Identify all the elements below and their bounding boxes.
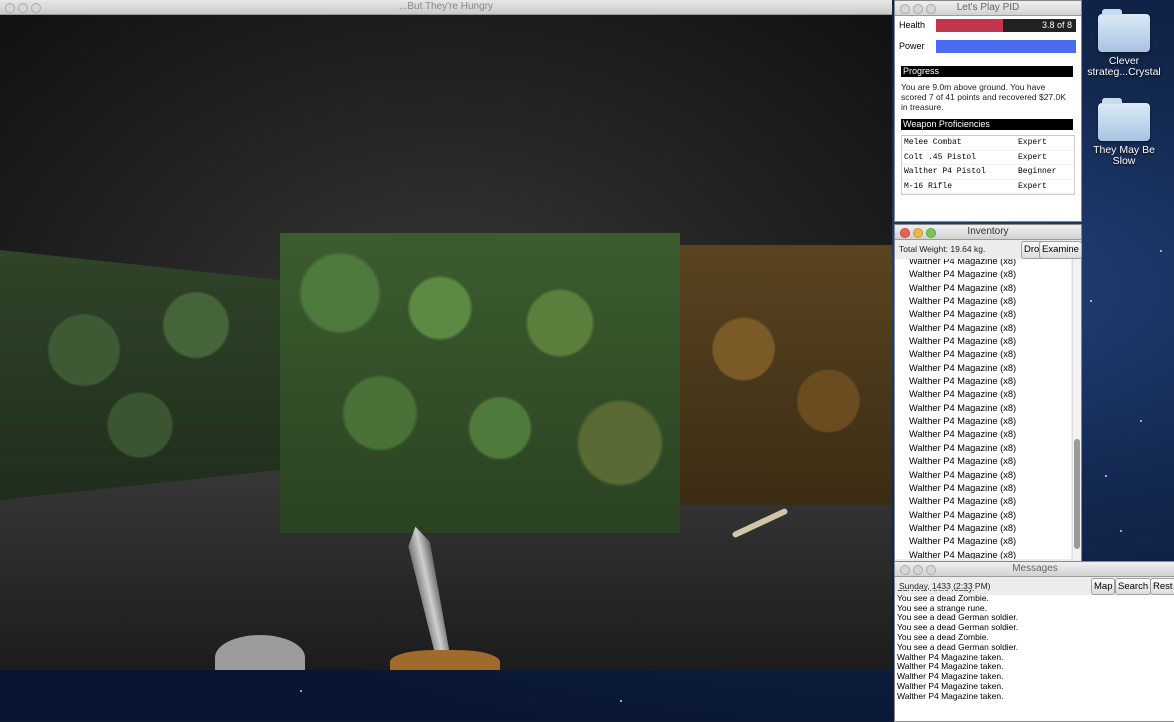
zoom-button[interactable] [31, 3, 41, 13]
minimize-button[interactable] [913, 228, 923, 238]
minimize-button[interactable] [913, 565, 923, 575]
messages-titlebar: Messages [895, 562, 1174, 577]
weapon-name: Walther P4 Pistol [904, 167, 986, 176]
weapon-level: Expert [1018, 138, 1047, 147]
inventory-item[interactable]: Walther P4 Magazine (x8) [895, 522, 1071, 535]
inventory-item[interactable]: Walther P4 Magazine (x8) [895, 375, 1071, 388]
inventory-item[interactable]: Walther P4 Magazine (x8) [895, 482, 1071, 495]
message-line: Walther P4 Magazine taken. [897, 690, 1004, 701]
stone-wall-center [280, 233, 680, 533]
star [300, 690, 302, 692]
message-log[interactable]: Survival Knife ready.You see a dead Zomb… [897, 590, 1167, 720]
inventory-item[interactable]: Walther P4 Magazine (x8) [895, 509, 1071, 522]
inventory-item[interactable]: Walther P4 Magazine (x8) [895, 282, 1071, 295]
inventory-item[interactable]: Walther P4 Magazine (x8) [895, 308, 1071, 321]
inventory-list[interactable]: Walther P4 Magazine (x8) Walther P4 Magaz… [895, 259, 1071, 559]
inventory-item[interactable]: Walther P4 Magazine (x8) [895, 402, 1071, 415]
inventory-item[interactable]: Walther P4 Magazine (x8) [895, 428, 1071, 441]
folder-icon [1098, 98, 1150, 141]
desktop-icon-label: Clever strateg...Crystal [1087, 55, 1161, 78]
inventory-item[interactable]: Walther P4 Magazine (x8) [895, 442, 1071, 455]
inventory-panel: Inventory Total Weight: 19.64 kg. Drop E… [894, 224, 1082, 562]
desktop-folder-clever-strategy[interactable]: Clever strateg...Crystal [1084, 9, 1164, 78]
game-window: ...But They're Hungry [0, 0, 892, 670]
inventory-item[interactable]: Walther P4 Magazine (x8) [895, 388, 1071, 401]
inventory-item[interactable]: Walther P4 Magazine (x8) [895, 259, 1071, 268]
game-window-title: ...But They're Hungry [399, 1, 493, 12]
table-row[interactable]: M-16 Rifle Expert [902, 180, 1074, 194]
close-button[interactable] [900, 4, 910, 14]
inventory-item[interactable]: Walther P4 Magazine (x8) [895, 415, 1071, 428]
inventory-titlebar: Inventory [895, 225, 1081, 240]
zoom-button[interactable] [926, 565, 936, 575]
weapon-level: Expert [1018, 181, 1047, 191]
weapon-proficiencies-heading: Weapon Proficiencies [901, 119, 1073, 130]
inventory-item[interactable]: Walther P4 Magazine (x8) [895, 348, 1071, 361]
star [1090, 300, 1092, 302]
health-value: 3.8 of 8 [1041, 20, 1072, 30]
messages-title: Messages [1012, 563, 1058, 574]
star [1105, 475, 1107, 477]
weapon-level: Beginner [1018, 167, 1057, 176]
power-label: Power [899, 41, 925, 51]
inventory-item[interactable]: Walther P4 Magazine (x8) [895, 322, 1071, 335]
progress-text: You are 9.0m above ground. You have scor… [901, 82, 1066, 112]
game-titlebar: ...But They're Hungry [0, 0, 892, 15]
inventory-item[interactable]: Walther P4 Magazine (x8) [895, 549, 1071, 559]
desktop-folder-they-may-be-slow[interactable]: They May Be Slow [1084, 98, 1164, 167]
stats-panel-titlebar: Let's Play PID [895, 1, 1081, 16]
star [1140, 420, 1142, 422]
examine-button[interactable]: Examine [1039, 241, 1082, 259]
power-bar-fill [936, 40, 1076, 53]
inventory-item[interactable]: Walther P4 Magazine (x8) [895, 295, 1071, 308]
health-row: Health 3.8 of 8 [899, 19, 1076, 33]
zoom-button[interactable] [926, 228, 936, 238]
inventory-item[interactable]: Walther P4 Magazine (x8) [895, 455, 1071, 468]
close-button[interactable] [900, 565, 910, 575]
inventory-item[interactable]: Walther P4 Magazine (x8) [895, 268, 1071, 281]
player-hand [390, 650, 500, 670]
health-bar: 3.8 of 8 [936, 19, 1076, 32]
inventory-item[interactable]: Walther P4 Magazine (x8) [895, 495, 1071, 508]
folder-icon [1098, 9, 1150, 52]
weapon-level: Expert [1018, 152, 1047, 162]
inventory-item[interactable]: Walther P4 Magazine (x8) [895, 362, 1071, 375]
weapon-name: Colt .45 Pistol [904, 152, 977, 162]
minimize-button[interactable] [18, 3, 28, 13]
zoom-button[interactable] [926, 4, 936, 14]
inventory-item[interactable]: Walther P4 Magazine (x8) [895, 469, 1071, 482]
scrollbar-thumb[interactable] [1074, 439, 1080, 549]
health-label: Health [899, 20, 926, 30]
stone-wall-left [0, 250, 280, 500]
weapon-proficiencies-table: Melee Combat Expert Colt .45 Pistol Expe… [901, 135, 1075, 195]
weapon-name: Melee Combat [904, 138, 962, 147]
table-row[interactable]: Colt .45 Pistol Expert [902, 151, 1074, 165]
inventory-scrollbar[interactable] [1072, 259, 1081, 559]
stone-wall-right [680, 245, 892, 505]
dungeon-viewport[interactable] [0, 15, 892, 670]
table-row[interactable]: Walther P4 Pistol Beginner [902, 165, 1074, 180]
total-weight: Total Weight: 19.64 kg. [899, 244, 986, 254]
inventory-toolbar: Total Weight: 19.64 kg. Drop Examine [895, 240, 1082, 259]
progress-heading: Progress [901, 66, 1073, 77]
health-bar-fill [936, 19, 1003, 32]
desktop-icon-label: They May Be Slow [1093, 144, 1155, 167]
minimize-button[interactable] [913, 4, 923, 14]
weapon-name: M-16 Rifle [904, 181, 953, 191]
close-button[interactable] [900, 228, 910, 238]
inventory-item[interactable]: Walther P4 Magazine (x8) [895, 535, 1071, 548]
stats-panel-title: Let's Play PID [956, 2, 1020, 13]
power-row: Power [899, 40, 1076, 54]
messages-panel: Messages Sunday, 1433 (2:33 PM) Map Sear… [894, 561, 1174, 722]
star [1120, 530, 1122, 532]
star [1160, 250, 1162, 252]
table-row[interactable]: Melee Combat Expert [902, 136, 1074, 151]
power-bar [936, 40, 1076, 53]
close-button[interactable] [5, 3, 15, 13]
inventory-title: Inventory [967, 226, 1009, 237]
stats-panel: Let's Play PID Health 3.8 of 8 Power Pro… [894, 0, 1082, 222]
star [620, 700, 622, 702]
inventory-item[interactable]: Walther P4 Magazine (x8) [895, 335, 1071, 348]
